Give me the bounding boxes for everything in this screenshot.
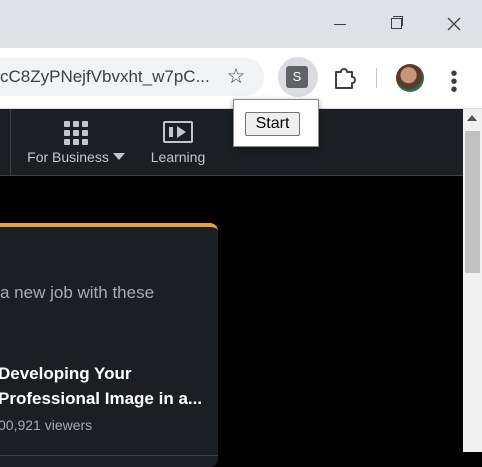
minimize-button[interactable] — [326, 12, 354, 36]
url-text[interactable]: cC8ZyPNejfVbvxht_w7pC... — [0, 58, 210, 96]
course-title-link[interactable]: Developing Your Professional Image in a.… — [0, 361, 218, 411]
restore-button[interactable] — [382, 12, 410, 36]
address-bar[interactable]: cC8ZyPNejfVbvxht_w7pC... ☆ — [0, 58, 264, 96]
viewer-count: 00,921 viewers — [0, 417, 93, 433]
extension-s-icon: S — [286, 66, 308, 88]
menu-kebab-icon[interactable]: • • • — [444, 62, 464, 100]
nav-label-for-business: For Business — [27, 149, 109, 165]
card-divider — [0, 455, 218, 456]
nav-item-learning[interactable]: Learning — [146, 117, 210, 165]
nav-divider — [10, 109, 11, 175]
card-subtitle: a new job with these — [0, 283, 155, 302]
browser-title-bar — [0, 0, 482, 48]
page-scrollbar[interactable] — [463, 109, 482, 452]
course-card[interactable]: a new job with these Developing Your Pro… — [0, 223, 218, 467]
minimize-icon — [334, 24, 346, 25]
learning-play-icon — [163, 121, 193, 143]
bookmark-star-icon[interactable]: ☆ — [223, 64, 249, 90]
site-nav-bar: For Business Learning — [0, 109, 463, 176]
nav-label-learning: Learning — [150, 149, 206, 165]
nav-item-for-business[interactable]: For Business — [26, 117, 126, 165]
extension-s-button[interactable]: S — [278, 57, 318, 97]
scroll-up-arrow-icon[interactable] — [467, 115, 477, 121]
web-page: For Business Learning a new job with the… — [0, 109, 463, 467]
extensions-puzzle-icon[interactable] — [330, 63, 358, 91]
start-button[interactable]: Start — [245, 112, 300, 136]
toolbar-separator — [376, 68, 377, 88]
caret-down-icon — [112, 153, 125, 160]
close-icon — [447, 17, 461, 31]
extension-popup: Start — [233, 99, 319, 147]
close-window-button[interactable] — [440, 12, 468, 36]
grid-icon — [64, 121, 88, 145]
profile-avatar[interactable] — [396, 64, 424, 92]
scrollbar-thumb[interactable] — [465, 131, 480, 273]
